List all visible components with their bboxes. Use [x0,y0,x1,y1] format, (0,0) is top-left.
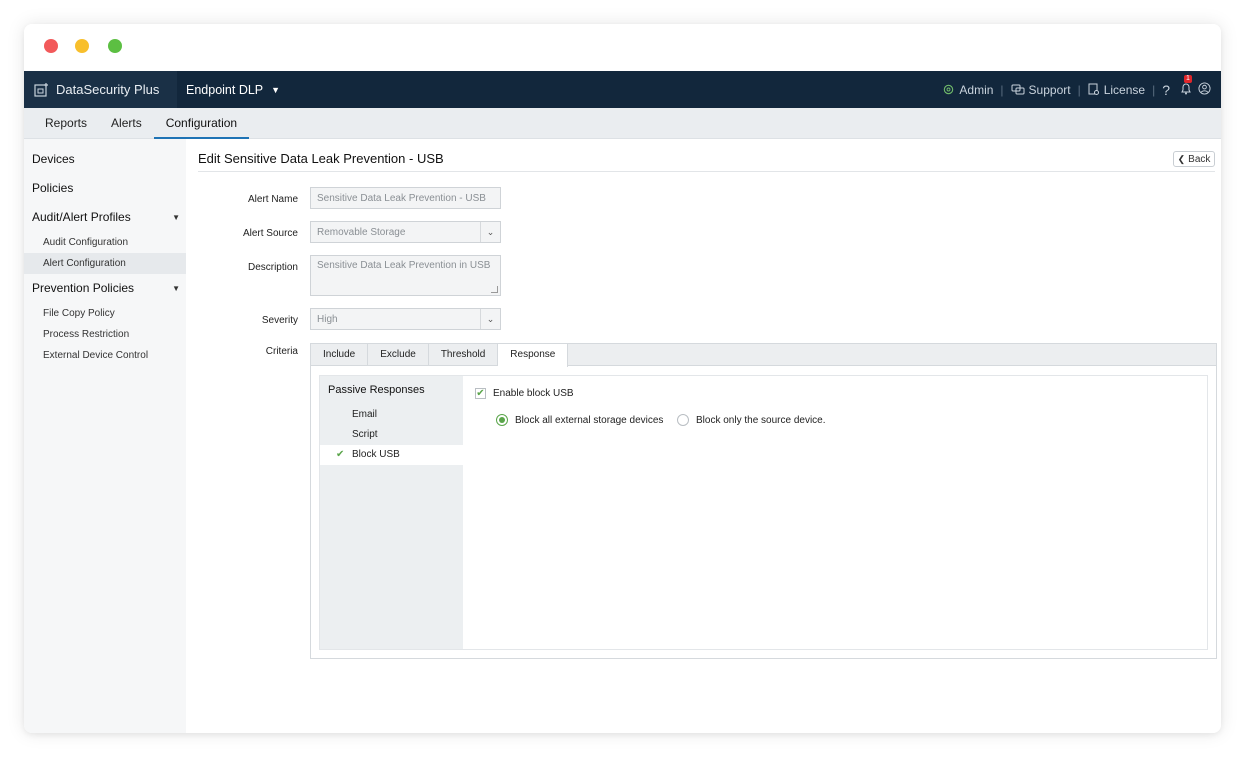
back-button[interactable]: ❮ Back [1173,151,1215,167]
main-panel: Edit Sensitive Data Leak Prevention - US… [186,139,1221,733]
enable-block-usb-label: Enable block USB [493,388,574,399]
support-label: Support [1028,82,1071,97]
app-window: DataSecurity Plus Endpoint DLP ▼ Admin |… [24,24,1221,733]
brand[interactable]: DataSecurity Plus [24,71,177,108]
minimize-window-button[interactable] [75,39,89,53]
passive-responses-heading: Passive Responses [328,384,425,396]
content-area: Devices Policies Audit/Alert Profiles ▼ … [24,139,1221,733]
separator: | [1152,82,1156,97]
tab-include[interactable]: Include [311,344,369,366]
response-item-email[interactable]: Email [320,405,463,425]
response-item-script[interactable]: Script [320,425,463,445]
close-window-button[interactable] [44,39,58,53]
user-icon [1198,81,1211,95]
block-source-option[interactable]: Block only the source device. [677,414,826,426]
response-settings: ✔ Enable block USB Block all external st… [463,376,1207,649]
separator: | [1000,82,1004,97]
description-label: Description [247,262,298,273]
admin-link[interactable]: Admin [942,83,993,97]
severity-label: Severity [261,315,298,326]
criteria-tabs: Include Exclude Threshold Response [311,344,1216,367]
divider [198,171,1215,172]
brand-logo-icon [34,82,50,98]
page-title: Edit Sensitive Data Leak Prevention - US… [198,151,444,166]
window-titlebar [24,24,1221,71]
alert-source-select[interactable]: Removable Storage ⌄ [310,221,501,243]
severity-value: High [317,313,338,325]
sidebar-item-file-copy-policy[interactable]: File Copy Policy [24,303,186,324]
alert-source-value: Removable Storage [317,226,406,238]
help-icon[interactable]: ? [1162,82,1170,98]
product-switcher[interactable]: Endpoint DLP ▼ [186,83,280,97]
alert-name-input[interactable]: Sensitive Data Leak Prevention - USB [310,187,501,209]
top-right-menu: Admin | Support | License | ? 1 [942,71,1211,108]
alert-name-value: Sensitive Data Leak Prevention - USB [317,192,486,204]
sidebar-section-label: Prevention Policies [32,281,135,295]
block-all-label: Block all external storage devices [515,414,664,426]
block-source-label: Block only the source device. [696,414,826,426]
user-profile-button[interactable] [1198,81,1211,98]
response-item-label: Block USB [352,449,400,460]
sidebar-item-alert-configuration[interactable]: Alert Configuration [24,253,186,274]
response-item-block-usb[interactable]: ✔ Block USB [320,445,463,465]
chevron-left-icon: ❮ [1177,153,1186,164]
sidebar-section-label: Audit/Alert Profiles [32,210,131,224]
resize-handle-icon[interactable] [491,286,498,293]
chevron-down-icon: ⌄ [480,222,500,242]
tab-response[interactable]: Response [498,344,569,367]
tab-threshold[interactable]: Threshold [429,344,499,366]
caret-down-icon: ▼ [172,213,180,222]
criteria-panel: Include Exclude Threshold Response Passi… [310,343,1217,659]
gear-icon [944,84,954,95]
sidebar-section-prevention-policies[interactable]: Prevention Policies ▼ [24,274,186,303]
block-all-radio[interactable] [496,414,508,426]
tab-exclude[interactable]: Exclude [368,344,429,366]
caret-down-icon: ▼ [172,284,180,293]
sidebar: Devices Policies Audit/Alert Profiles ▼ … [24,139,186,733]
passive-responses-list: Passive Responses Email Script ✔ Block U… [320,376,463,649]
enable-block-usb-checkbox[interactable]: ✔ [475,388,486,399]
tab-configuration[interactable]: Configuration [153,108,250,139]
sidebar-item-policies[interactable]: Policies [24,174,186,203]
response-panel: Passive Responses Email Script ✔ Block U… [319,375,1208,650]
back-label: Back [1188,153,1211,165]
sidebar-item-audit-configuration[interactable]: Audit Configuration [24,232,186,253]
chevron-down-icon: ⌄ [480,309,500,329]
secondary-navigation: Reports Alerts Configuration [24,108,1221,139]
separator: | [1077,82,1081,97]
support-link[interactable]: Support [1011,83,1071,97]
sidebar-item-external-device-control[interactable]: External Device Control [24,345,186,366]
license-label: License [1103,82,1146,97]
alert-name-label: Alert Name [247,194,298,205]
enable-block-usb-row: ✔ Enable block USB [475,388,574,399]
block-all-option[interactable]: Block all external storage devices [496,414,663,426]
description-value: Sensitive Data Leak Prevention in USB [317,260,491,271]
maximize-window-button[interactable] [108,39,122,53]
severity-select[interactable]: High ⌄ [310,308,501,330]
brand-name: DataSecurity Plus [56,82,160,97]
block-source-radio[interactable] [677,414,689,426]
product-name: Endpoint DLP [186,82,264,97]
license-icon [1088,83,1099,95]
check-icon: ✔ [336,449,345,460]
notification-badge: 1 [1184,74,1192,83]
caret-down-icon: ▼ [271,84,281,95]
license-link[interactable]: License [1088,83,1145,97]
notifications-button[interactable]: 1 [1180,74,1192,98]
admin-label: Admin [959,82,994,97]
sidebar-section-audit-alert-profiles[interactable]: Audit/Alert Profiles ▼ [24,203,186,232]
sidebar-item-process-restriction[interactable]: Process Restriction [24,324,186,345]
top-navigation: DataSecurity Plus Endpoint DLP ▼ Admin |… [24,71,1221,108]
description-textarea[interactable]: Sensitive Data Leak Prevention in USB [310,255,501,296]
sidebar-item-devices[interactable]: Devices [24,145,186,174]
chat-icon [1011,84,1025,94]
tab-alerts[interactable]: Alerts [99,108,154,139]
alert-source-label: Alert Source [242,228,298,239]
tab-reports[interactable]: Reports [33,108,99,139]
bell-icon [1181,83,1191,94]
criteria-label: Criteria [265,346,298,357]
